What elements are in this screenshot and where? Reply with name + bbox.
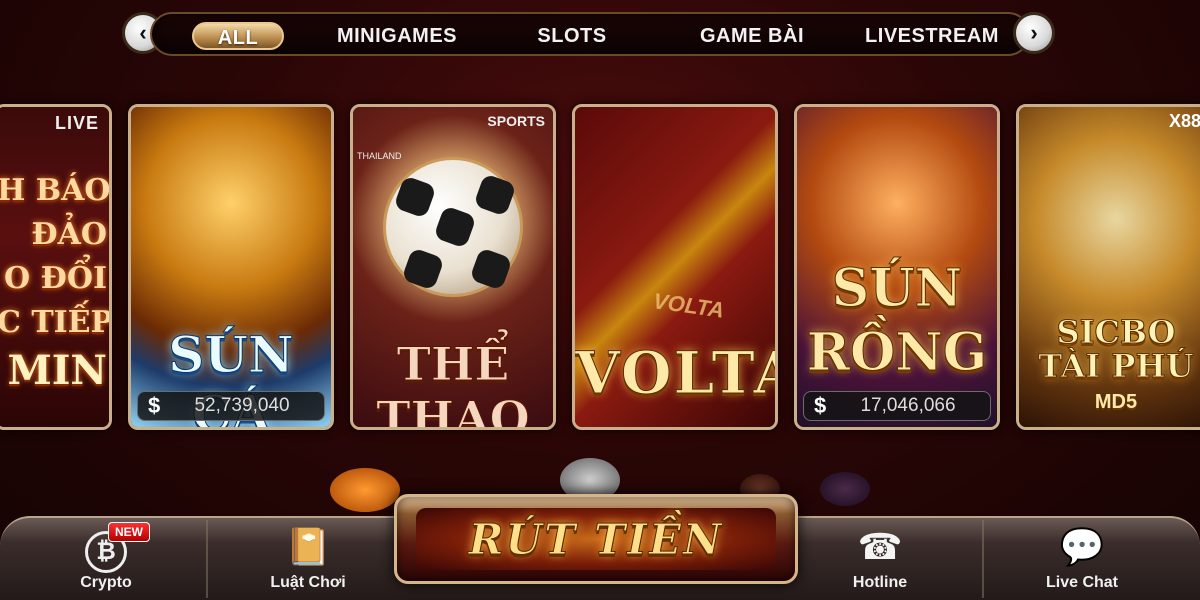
promo-line: O ĐỔI: [4, 261, 107, 296]
tab-livestream[interactable]: LIVESTREAM: [862, 22, 1002, 50]
rules-label: Luật Chơi: [270, 574, 346, 591]
md5-label: MD5: [1094, 391, 1138, 413]
game-card-sicbo[interactable]: X88 SICBO TÀI PHÚ MD5: [1016, 104, 1200, 430]
chevron-left-icon: ‹: [139, 20, 147, 45]
game-title: VOLTA: [575, 339, 778, 408]
rules-button[interactable]: 📔 Luật Chơi: [248, 526, 368, 592]
title-line-1: SÚN: [831, 258, 963, 320]
withdraw-label: RÚT TIỀN: [468, 514, 724, 564]
game-card-live[interactable]: LIVE H BÁO ĐẢO O ĐỔI C TIẾP MIN: [0, 104, 112, 430]
telephone-icon: ☎: [857, 526, 903, 567]
game-title: SÚN RỒNG: [797, 257, 997, 385]
livechat-button[interactable]: 💬 Live Chat: [1022, 526, 1142, 592]
tab-slots[interactable]: SLOTS: [532, 22, 612, 50]
withdraw-button[interactable]: RÚT TIỀN: [394, 494, 798, 584]
livechat-label: Live Chat: [1045, 574, 1118, 591]
crypto-label: Crypto: [80, 574, 132, 591]
promo-line: H BÁO: [0, 173, 111, 208]
title-line-1: SICBO: [1056, 313, 1176, 351]
toolbar-divider: [982, 520, 984, 598]
promo-line: MIN: [7, 347, 107, 394]
live-badge: LIVE: [54, 113, 99, 133]
jackpot-amount: 17,046,066: [860, 395, 956, 416]
game-card-the-thao[interactable]: SPORTS THAILAND THỂ THAO: [350, 104, 556, 430]
promo-line: ĐẢO: [31, 217, 107, 252]
x88-badge: X88: [1168, 111, 1200, 131]
dollar-icon: $: [148, 393, 161, 418]
toolbar-divider: [206, 520, 208, 598]
crypto-button[interactable]: ₿ NEW Crypto: [46, 522, 166, 592]
title-line-2: TÀI PHÚ: [1038, 347, 1194, 385]
chat-bubbles-icon: 💬: [1059, 526, 1105, 567]
category-tab-bar: ALL MINIGAMES SLOTS GAME BÀI LIVESTREAM: [150, 12, 1030, 56]
game-title: SICBO TÀI PHÚ: [1019, 313, 1200, 385]
live-promo-text: H BÁO ĐẢO O ĐỔI C TIẾP MIN: [0, 169, 112, 397]
nav-next-button[interactable]: ›: [1013, 12, 1055, 54]
game-card-volta[interactable]: VOLTA VOLTA: [572, 104, 778, 430]
hotline-label: Hotline: [852, 574, 908, 591]
title-line-2: RỒNG: [806, 322, 988, 384]
jackpot-counter: $ 17,046,066: [803, 391, 991, 421]
tab-minigames[interactable]: MINIGAMES: [332, 22, 462, 50]
game-card-sun-rong[interactable]: SÚN RỒNG $ 17,046,066: [794, 104, 1000, 430]
hotline-button[interactable]: ☎ Hotline: [820, 526, 940, 592]
jackpot-counter: $ 52,739,040: [137, 391, 325, 421]
new-badge: NEW: [108, 522, 150, 542]
thailand-logo: THAILAND: [357, 151, 402, 161]
sports-logo: SPORTS: [487, 113, 545, 129]
chevron-right-icon: ›: [1030, 20, 1038, 45]
football-icon: [383, 157, 523, 297]
game-card-sun-ca[interactable]: SÚN CÁ $ 52,739,040: [128, 104, 334, 430]
game-title: THỂ THAO: [376, 337, 530, 430]
tab-game-bai[interactable]: GAME BÀI: [692, 22, 812, 50]
tab-all[interactable]: ALL: [192, 22, 284, 50]
jackpot-amount: 52,739,040: [194, 395, 290, 416]
promo-line: C TIẾP: [0, 305, 112, 340]
rulebook-icon: 📔: [285, 526, 331, 567]
dollar-icon: $: [814, 393, 827, 418]
